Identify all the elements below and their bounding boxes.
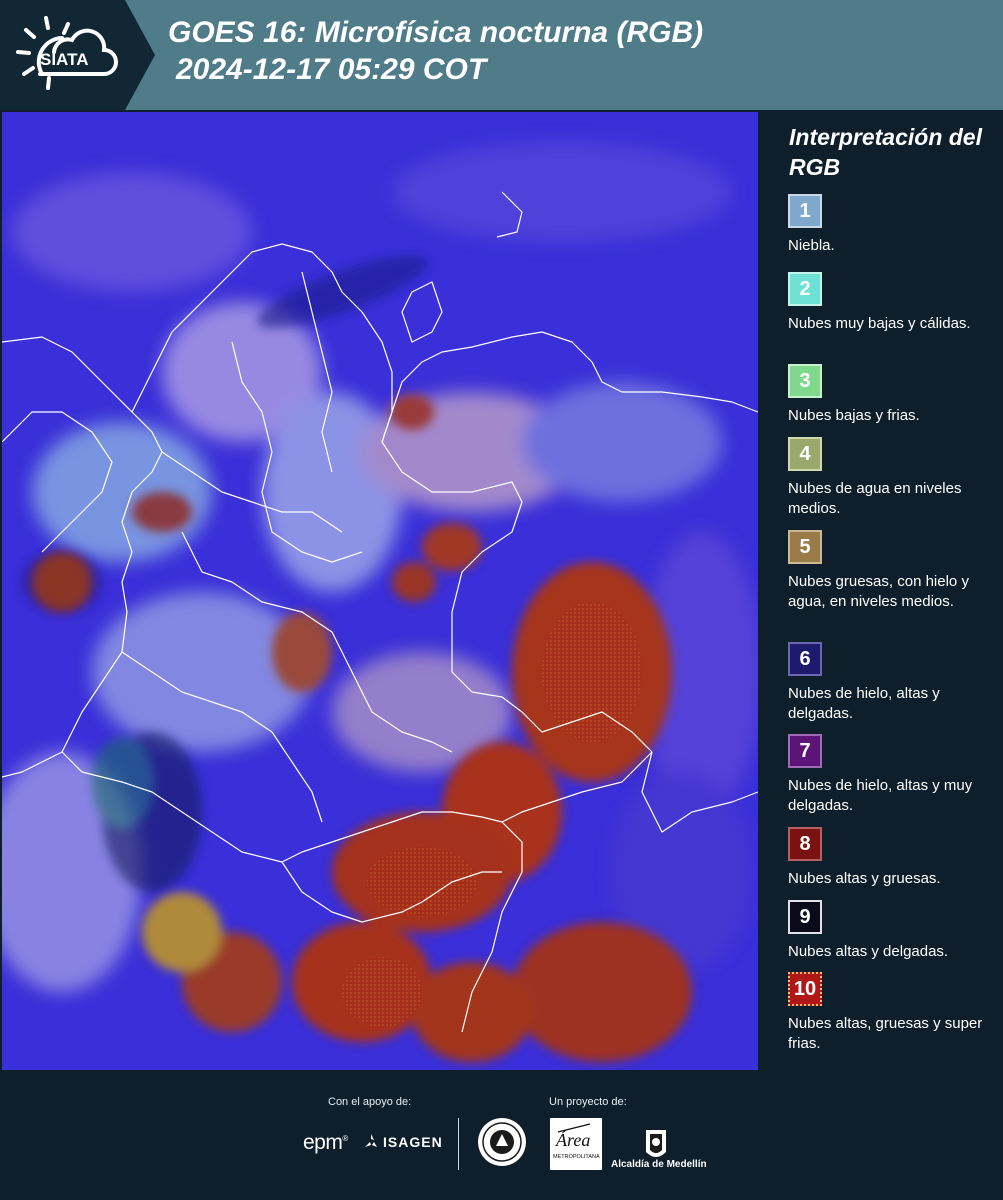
legend-label-6: Nubes de hielo, altas y delgadas.: [788, 685, 940, 722]
legend-label-7: Nubes de hielo, altas y muy delgadas.: [788, 777, 973, 814]
legend-label-1: Niebla.: [788, 237, 835, 254]
legend-label-5: Nubes gruesas, con hielo y agua, en nive…: [788, 573, 969, 610]
legend-number: 10: [793, 977, 817, 1000]
legend-swatch-6: 6: [788, 642, 822, 676]
legend-number: 1: [799, 199, 811, 222]
legend-number: 6: [799, 647, 811, 670]
legend-number: 2: [799, 277, 811, 300]
legend-swatch-10: 10: [788, 972, 822, 1006]
legend-label-2: Nubes muy bajas y cálidas.: [788, 315, 971, 332]
round-seal-icon: [478, 1118, 526, 1166]
legend-swatch-9: 9: [788, 900, 822, 934]
legend-number: 7: [799, 739, 811, 762]
legend-label-10: Nubes altas, gruesas y super frias.: [788, 1015, 983, 1052]
legend-item-1: 1 Niebla.: [788, 194, 993, 256]
legend-swatch-5: 5: [788, 530, 822, 564]
legend-swatch-1: 1: [788, 194, 822, 228]
legend-number: 5: [799, 535, 811, 558]
legend-title: Interpretación del RGB: [789, 124, 982, 180]
legend-label-9: Nubes altas y delgadas.: [788, 943, 949, 960]
amva-logo-text: Área: [555, 1129, 590, 1150]
legend-item-9: 9 Nubes altas y delgadas.: [788, 900, 993, 962]
legend-number: 3: [799, 369, 811, 392]
triangle-mark-icon: [365, 1134, 377, 1147]
legend-item-5: 5 Nubes gruesas, con hielo y agua, en ni…: [788, 530, 993, 612]
amva-logo-subtext: METROPOLITANA: [553, 1154, 600, 1160]
legend-swatch-7: 7: [788, 734, 822, 768]
legend-number: 4: [799, 442, 811, 465]
footer: Con el apoyo de: Un proyecto de: epm® IS…: [0, 1072, 1003, 1200]
epm-logo: epm®: [303, 1131, 348, 1155]
satellite-map: [2, 112, 758, 1070]
isagen-logo: ISAGEN: [362, 1133, 443, 1151]
legend-panel: Interpretación del RGB 1 Niebla. 2 Nubes…: [773, 112, 998, 1070]
legend-item-8: 8 Nubes altas y gruesas.: [788, 827, 993, 889]
legend-item-2: 2 Nubes muy bajas y cálidas.: [788, 272, 993, 334]
legend-number: 8: [799, 832, 811, 855]
epm-logo-text: epm: [303, 1131, 343, 1154]
legend-label-8: Nubes altas y gruesas.: [788, 870, 941, 887]
legend-number: 9: [799, 905, 811, 928]
title-line-1: GOES 16: Microfísica nocturna (RGB): [168, 16, 704, 49]
legend-item-6: 6 Nubes de hielo, altas y delgadas.: [788, 642, 993, 724]
support-label: Con el apoyo de:: [328, 1096, 412, 1108]
amva-logo: Área METROPOLITANA: [550, 1118, 602, 1170]
page-title: GOES 16: Microfísica nocturna (RGB) 2024…: [168, 14, 703, 88]
project-label: Un proyecto de:: [549, 1096, 627, 1108]
legend-swatch-3: 3: [788, 364, 822, 398]
legend-swatch-2: 2: [788, 272, 822, 306]
isagen-logo-text: ISAGEN: [383, 1134, 443, 1150]
sun-cloud-logo-icon: SIATA: [16, 16, 118, 90]
legend-item-4: 4 Nubes de agua en niveles medios.: [788, 437, 993, 519]
legend-swatch-8: 8: [788, 827, 822, 861]
legend-item-10: 10 Nubes altas, gruesas y super frias.: [788, 972, 993, 1054]
title-line-2: 2024-12-17 05:29 COT: [176, 53, 487, 86]
medellin-logo-text: Alcaldía de Medellín: [611, 1159, 707, 1170]
siata-logo: SIATA: [0, 0, 125, 110]
legend-item-3: 3 Nubes bajas y frias.: [788, 364, 993, 426]
legend-label-4: Nubes de agua en niveles medios.: [788, 480, 962, 517]
legend-swatch-4: 4: [788, 437, 822, 471]
legend-label-3: Nubes bajas y frias.: [788, 407, 920, 424]
satellite-image: [2, 112, 758, 1070]
footer-divider: [458, 1118, 459, 1170]
siata-logo-text: SIATA: [40, 50, 88, 69]
header-arrow: [125, 0, 155, 110]
header: SIATA GOES 16: Microfísica nocturna (RGB…: [0, 0, 1003, 110]
legend-item-7: 7 Nubes de hielo, altas y muy delgadas.: [788, 734, 993, 816]
registered-mark: ®: [342, 1134, 348, 1143]
